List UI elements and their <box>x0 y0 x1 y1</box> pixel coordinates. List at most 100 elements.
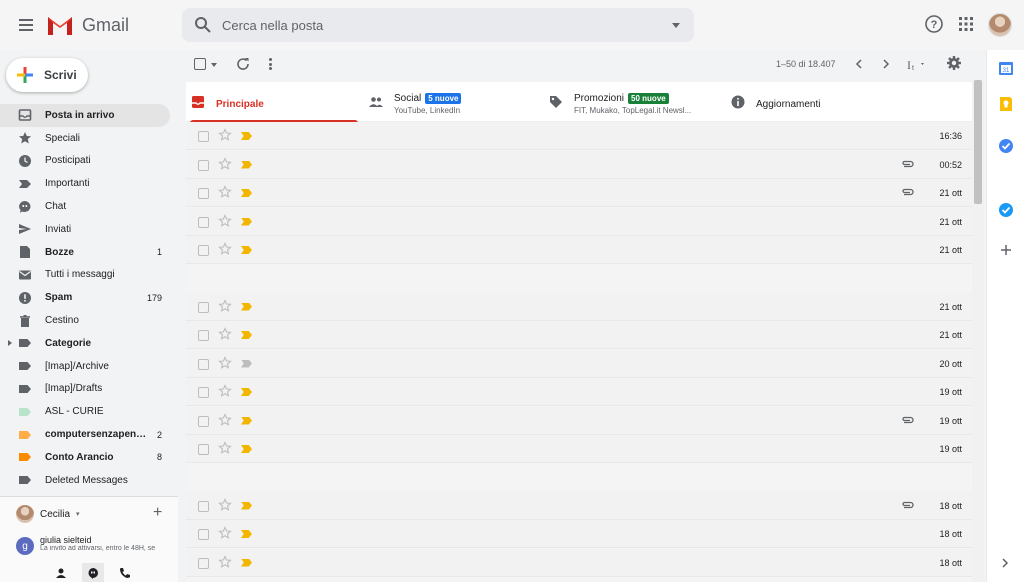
row-checkbox[interactable] <box>198 301 209 313</box>
row-checkbox[interactable] <box>198 159 209 171</box>
tab-promotions[interactable]: Promozioni 50 nuove FIT, Mukako, TopLegal.… <box>548 82 724 122</box>
table-row[interactable]: 19 ott <box>186 406 972 435</box>
row-checkbox[interactable] <box>198 131 209 142</box>
phone-tab[interactable] <box>114 563 136 582</box>
star-icon[interactable] <box>218 384 232 398</box>
refresh-icon[interactable] <box>235 56 251 72</box>
star-icon[interactable] <box>218 213 232 228</box>
table-row[interactable]: 21 ott <box>186 207 972 236</box>
table-row[interactable]: 19 ott <box>186 435 972 463</box>
apps-grid-icon[interactable] <box>956 14 976 34</box>
search-options-icon[interactable] <box>672 23 680 28</box>
sidebar-item-spam[interactable]: Spam 179 <box>0 286 170 309</box>
star-icon[interactable] <box>218 156 232 171</box>
select-all-checkbox[interactable] <box>194 58 206 70</box>
sidebar-item-all-mail[interactable]: Tutti i messaggi <box>0 264 170 287</box>
star-icon[interactable] <box>218 412 232 427</box>
table-row[interactable]: 20 ott <box>186 349 972 378</box>
important-marker-icon[interactable] <box>241 501 252 510</box>
star-icon[interactable] <box>218 355 232 370</box>
star-icon[interactable] <box>218 298 232 313</box>
hangouts-contact[interactable]: g giulia sielteid La invito ad attivarsi… <box>16 535 176 555</box>
gmail-logo[interactable]: Gmail <box>46 13 129 37</box>
older-page-icon[interactable] <box>879 57 893 71</box>
sidebar-item-snoozed[interactable]: Posticipati <box>0 150 170 173</box>
star-icon[interactable] <box>218 497 232 512</box>
expand-panel-icon[interactable] <box>1000 558 1010 568</box>
star-icon[interactable] <box>218 554 232 569</box>
important-marker-icon[interactable] <box>241 331 252 339</box>
row-checkbox[interactable] <box>198 330 209 341</box>
more-options-icon[interactable] <box>268 56 272 72</box>
table-row[interactable]: 21 ott <box>186 292 972 321</box>
row-checkbox[interactable] <box>198 500 209 512</box>
important-marker-icon[interactable] <box>241 160 252 169</box>
row-checkbox[interactable] <box>198 444 209 455</box>
add-addon-icon[interactable] <box>998 242 1014 258</box>
table-row[interactable]: 21 ott <box>186 179 972 207</box>
sidebar-item-chat[interactable]: Chat <box>0 195 170 218</box>
contacts-tab[interactable] <box>50 563 72 582</box>
settings-gear-icon[interactable] <box>946 55 962 71</box>
row-checkbox[interactable] <box>198 557 209 569</box>
expand-arrow-icon[interactable] <box>8 340 12 347</box>
input-tools-icon[interactable]: I t <box>906 57 928 71</box>
sidebar-item-trash[interactable]: Cestino <box>0 309 170 332</box>
sidebar-item-conto-arancio[interactable]: Conto Arancio 8 <box>0 446 170 469</box>
row-checkbox[interactable] <box>198 245 209 256</box>
sidebar-item-imap-archive[interactable]: [Imap]/Archive <box>0 355 170 378</box>
row-checkbox[interactable] <box>198 216 209 228</box>
hangouts-user[interactable]: Cecilia ▾ <box>16 505 80 523</box>
important-marker-icon[interactable] <box>241 530 252 538</box>
star-icon[interactable] <box>218 185 232 199</box>
row-checkbox[interactable] <box>198 529 209 540</box>
row-checkbox[interactable] <box>198 188 209 199</box>
tab-primary[interactable]: Principale <box>190 82 366 123</box>
table-row[interactable]: 21 ott <box>186 321 972 349</box>
sidebar-item-computersenzapensieri[interactable]: computersenzapens... 2 <box>0 423 170 446</box>
search-icon[interactable] <box>194 16 212 34</box>
search-bar[interactable] <box>182 8 694 42</box>
sidebar-item-categories[interactable]: Categorie <box>0 332 170 355</box>
important-marker-icon[interactable] <box>241 132 252 140</box>
sidebar-item-important[interactable]: Importanti <box>0 172 170 195</box>
table-row[interactable]: 18 ott <box>186 548 972 577</box>
sidebar-item-inbox[interactable]: Posta in arrivo <box>0 104 170 127</box>
keep-icon[interactable] <box>998 96 1014 112</box>
tab-updates[interactable]: Aggiornamenti <box>730 82 906 122</box>
new-conversation-icon[interactable]: + <box>153 505 162 521</box>
table-row[interactable]: 18 ott <box>186 520 972 548</box>
table-row[interactable]: 16:36 <box>186 122 972 150</box>
important-marker-icon[interactable] <box>241 558 252 567</box>
hangouts-tab[interactable] <box>82 563 104 582</box>
sidebar-item-imap-drafts[interactable]: [Imap]/Drafts <box>0 378 170 401</box>
important-marker-icon[interactable] <box>241 359 252 368</box>
star-icon[interactable] <box>218 242 232 256</box>
help-icon[interactable]: ? <box>924 14 944 34</box>
main-menu-button[interactable] <box>12 11 40 39</box>
important-marker-icon[interactable] <box>241 189 252 197</box>
search-input[interactable] <box>222 16 642 34</box>
important-marker-icon[interactable] <box>241 416 252 425</box>
compose-button[interactable]: Scrivi <box>6 58 88 92</box>
calendar-icon[interactable]: 31 <box>998 60 1014 76</box>
account-avatar[interactable] <box>988 13 1012 37</box>
table-row[interactable]: 18 ott <box>186 491 972 520</box>
table-row[interactable]: 21 ott <box>186 236 972 264</box>
table-row[interactable]: 19 ott <box>186 378 972 406</box>
select-options-icon[interactable] <box>211 63 217 67</box>
tasks-icon[interactable] <box>998 138 1014 154</box>
sidebar-item-asl-curie[interactable]: ASL - CURIE <box>0 400 170 423</box>
important-marker-icon[interactable] <box>241 445 252 453</box>
row-checkbox[interactable] <box>198 387 209 398</box>
important-marker-icon[interactable] <box>241 388 252 396</box>
mail-scrollbar[interactable] <box>972 80 984 582</box>
scrollbar-thumb[interactable] <box>974 80 982 204</box>
tab-social[interactable]: Social 5 nuove YouTube, LinkedIn <box>368 82 544 122</box>
sidebar-item-sent[interactable]: Inviati <box>0 218 170 241</box>
checklist-addon-icon[interactable] <box>998 202 1014 218</box>
sidebar-item-starred[interactable]: Speciali <box>0 127 170 150</box>
important-marker-icon[interactable] <box>241 302 252 311</box>
row-checkbox[interactable] <box>198 358 209 370</box>
star-icon[interactable] <box>218 327 232 341</box>
